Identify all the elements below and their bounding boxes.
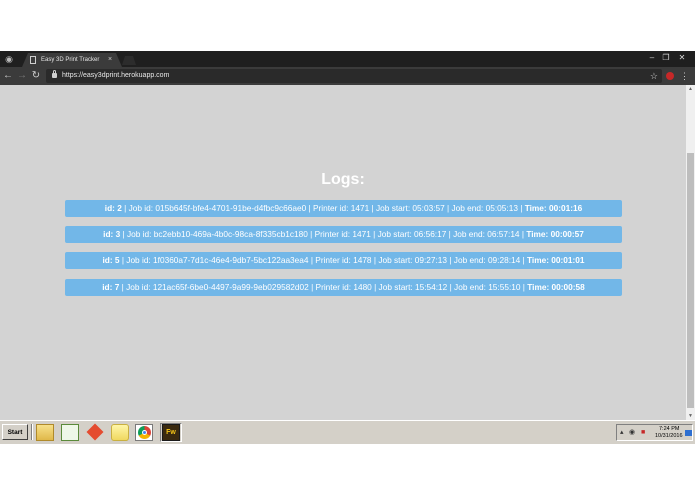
tray-arrow-icon[interactable]: ▴ (620, 429, 624, 437)
browser-menu-icon[interactable]: ⋮ (680, 69, 689, 83)
close-tab-icon[interactable]: × (108, 54, 112, 65)
log-row: id: 2 | Job id: 015b645f-bfe4-4701-91be-… (65, 200, 622, 217)
browser-tab-strip: ◉ Easy 3D Print Tracker × – ❐ ✕ (0, 51, 695, 67)
log-time: Time: 00:01:16 (524, 203, 583, 213)
fireworks-icon: Fw (162, 424, 180, 441)
log-details: | Job id: bc2ebb10-469a-4b0c-98ca-8f335c… (120, 229, 527, 239)
taskbar-separator (31, 424, 33, 440)
scroll-down-icon[interactable]: ▼ (686, 412, 695, 420)
page-title: Logs: (321, 171, 365, 188)
vertical-scrollbar[interactable]: ▲ ▼ (686, 85, 695, 420)
log-id: id: 2 (104, 203, 122, 213)
log-details: | Job id: 121ac65f-6be0-4497-9a99-9eb029… (119, 282, 528, 292)
lock-icon (52, 70, 57, 78)
log-row: id: 7 | Job id: 121ac65f-6be0-4497-9a99-… (65, 279, 622, 296)
back-button[interactable]: ← (2, 69, 14, 83)
fireworks-label: Fw (166, 429, 176, 436)
chart-app-icon[interactable] (61, 424, 79, 441)
folder-icon[interactable] (36, 424, 54, 441)
log-details: | Job id: 1f0360a7-7d1c-46e4-9db7-5bc122… (119, 255, 528, 265)
log-details: | Job id: 015b645f-bfe4-4701-91be-d4fbc9… (121, 203, 525, 213)
tab-title: Easy 3D Print Tracker (41, 57, 100, 63)
sticky-notes-icon[interactable] (111, 424, 129, 441)
network-icon[interactable]: ◉ (629, 429, 635, 437)
scroll-up-icon[interactable]: ▲ (686, 85, 695, 93)
reload-button[interactable]: ↻ (30, 69, 42, 83)
start-button[interactable]: Start (2, 424, 28, 440)
log-time: Time: 00:00:58 (527, 282, 585, 292)
page-icon (30, 56, 36, 64)
maximize-button[interactable]: ❐ (660, 52, 672, 64)
log-row: id: 5 | Job id: 1f0360a7-7d1c-46e4-9db7-… (65, 252, 622, 269)
log-row: id: 3 | Job id: bc2ebb10-469a-4b0c-98ca-… (65, 226, 622, 243)
bookmark-star-icon[interactable]: ☆ (650, 69, 658, 83)
clock-time[interactable]: 7:24 PM (659, 426, 679, 432)
log-id: id: 5 (102, 255, 120, 265)
new-tab-button[interactable] (122, 56, 136, 65)
forward-button[interactable]: → (16, 69, 28, 83)
minimize-button[interactable]: – (646, 52, 658, 64)
screen: ◉ Easy 3D Print Tracker × – ❐ ✕ ← → ↻ ht… (0, 51, 695, 444)
taskbar: Start Fw ▴ ◉ ■ 7:24 PM 10/31/2016 (0, 420, 695, 444)
url-text[interactable]: https://easy3dprint.herokuapp.com (62, 69, 169, 83)
security-icon[interactable]: ■ (641, 429, 645, 437)
log-time: Time: 00:01:01 (527, 255, 585, 265)
fireworks-taskbar-button[interactable]: Fw (160, 423, 182, 442)
browser-tab[interactable]: Easy 3D Print Tracker × (22, 53, 122, 67)
chrome-icon (138, 426, 151, 439)
page-content: Logs: id: 2 | Job id: 015b645f-bfe4-4701… (0, 85, 686, 420)
log-id: id: 7 (102, 282, 120, 292)
git-icon[interactable] (86, 423, 104, 441)
close-window-button[interactable]: ✕ (676, 52, 688, 64)
start-label: Start (7, 429, 23, 436)
chrome-taskbar-button[interactable] (135, 424, 153, 441)
extension-icon[interactable] (666, 72, 674, 80)
action-center-icon[interactable] (685, 430, 692, 436)
log-id: id: 3 (103, 229, 121, 239)
clock-date[interactable]: 10/31/2016 (655, 433, 683, 439)
log-time: Time: 00:00:57 (526, 229, 584, 239)
browser-toolbar: ← → ↻ https://easy3dprint.herokuapp.com … (0, 67, 695, 85)
incognito-icon: ◉ (5, 54, 13, 64)
scrollbar-thumb[interactable] (687, 153, 694, 408)
address-bar[interactable]: https://easy3dprint.herokuapp.com ☆ (46, 69, 662, 83)
system-tray: ▴ ◉ ■ 7:24 PM 10/31/2016 (616, 424, 693, 441)
